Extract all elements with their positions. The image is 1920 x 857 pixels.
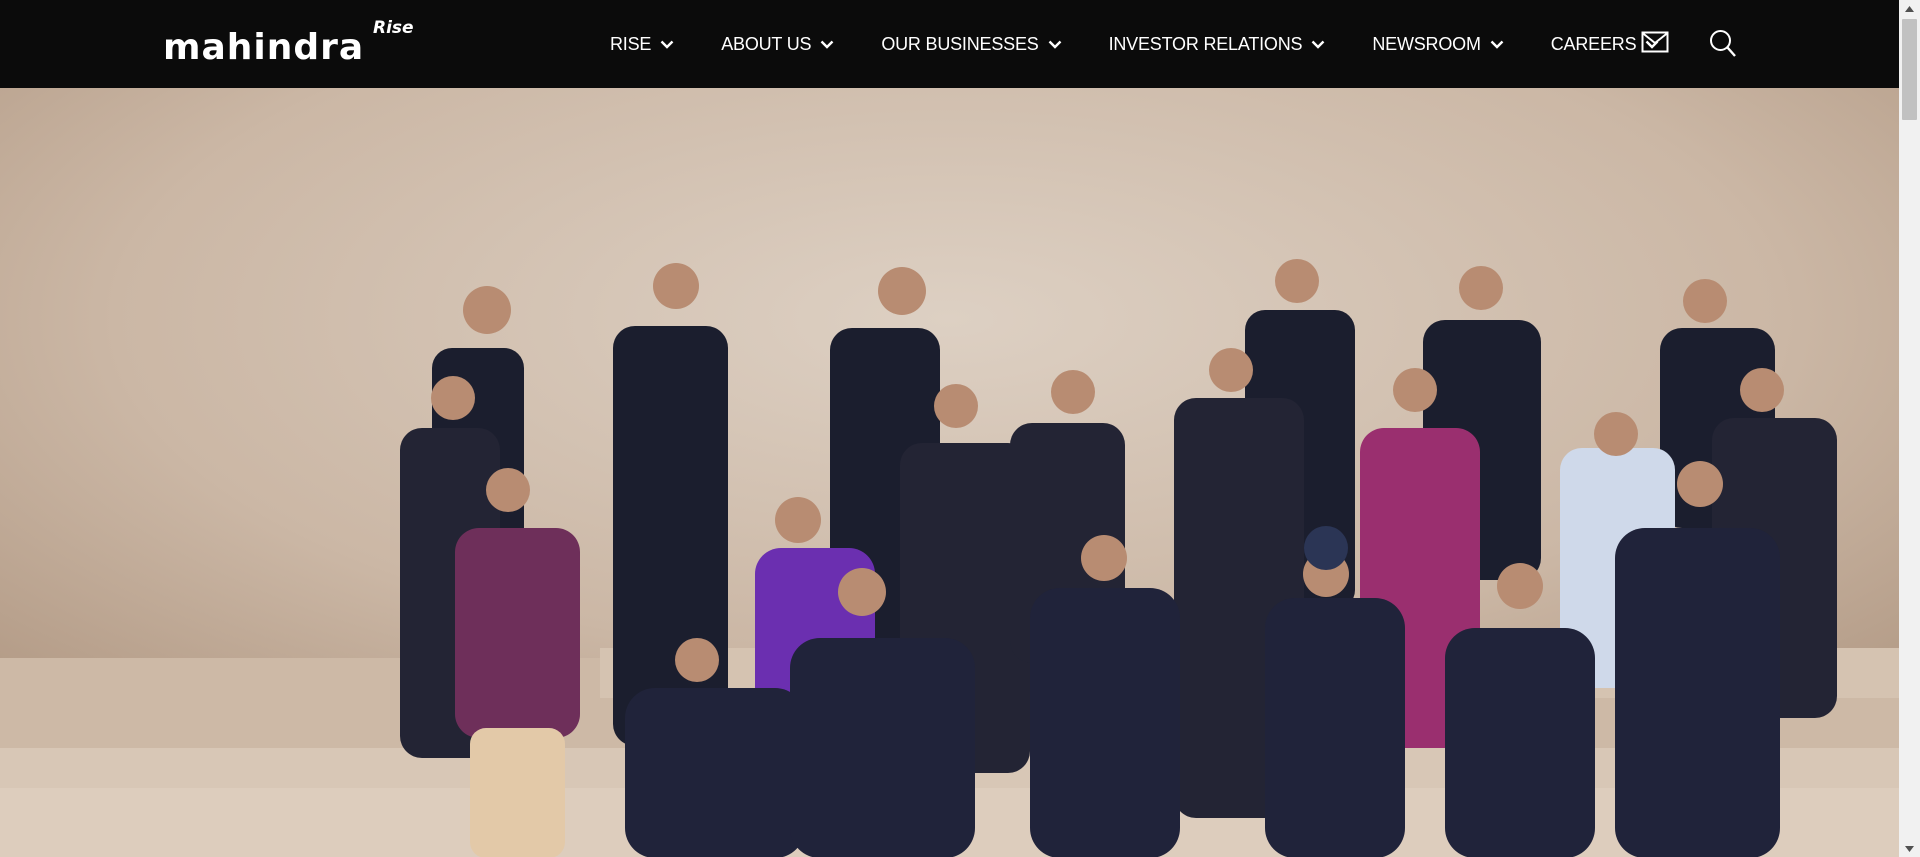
- nav-item-label: NEWSROOM: [1372, 33, 1481, 54]
- hero-image: [0, 88, 1899, 857]
- scroll-down-arrow-icon[interactable]: [1899, 840, 1920, 857]
- nav-item-rise[interactable]: RISE: [610, 34, 674, 55]
- nav-item-label: CAREERS: [1550, 33, 1637, 54]
- nav-item-investor-relations[interactable]: INVESTOR RELATIONS: [1109, 34, 1326, 55]
- nav-item-label: OUR BUSINESSES: [881, 33, 1039, 54]
- nav-item-about-us[interactable]: ABOUT US: [721, 34, 834, 55]
- brand-tagline: Rise: [373, 18, 414, 38]
- mahindra-rise-logo[interactable]: mahindra Rise: [163, 17, 423, 68]
- chevron-down-icon: [1311, 40, 1325, 49]
- nav-item-label: RISE: [610, 33, 652, 54]
- mail-icon[interactable]: [1641, 30, 1669, 59]
- nav-item-label: INVESTOR RELATIONS: [1108, 33, 1303, 54]
- search-icon[interactable]: [1709, 29, 1737, 63]
- nav-item-our-businesses[interactable]: OUR BUSINESSES: [881, 34, 1061, 55]
- chevron-down-icon: [1048, 40, 1061, 49]
- scroll-thumb[interactable]: [1902, 19, 1917, 120]
- page-scrollbar[interactable]: [1899, 0, 1920, 857]
- chevron-down-icon: [1490, 40, 1504, 49]
- chevron-down-icon: [820, 40, 834, 49]
- nav-item-newsroom[interactable]: NEWSROOM: [1372, 33, 1504, 55]
- site-header: mahindra Rise RISE ABOUT US OUR BUSINESS…: [0, 0, 1899, 88]
- scroll-up-arrow-icon[interactable]: [1899, 0, 1920, 17]
- main-nav: RISE ABOUT US OUR BUSINESSES INVESTOR RE…: [610, 0, 1706, 88]
- chevron-down-icon: [660, 40, 674, 49]
- brand-name: mahindra: [163, 27, 364, 67]
- nav-item-label: ABOUT US: [721, 33, 812, 54]
